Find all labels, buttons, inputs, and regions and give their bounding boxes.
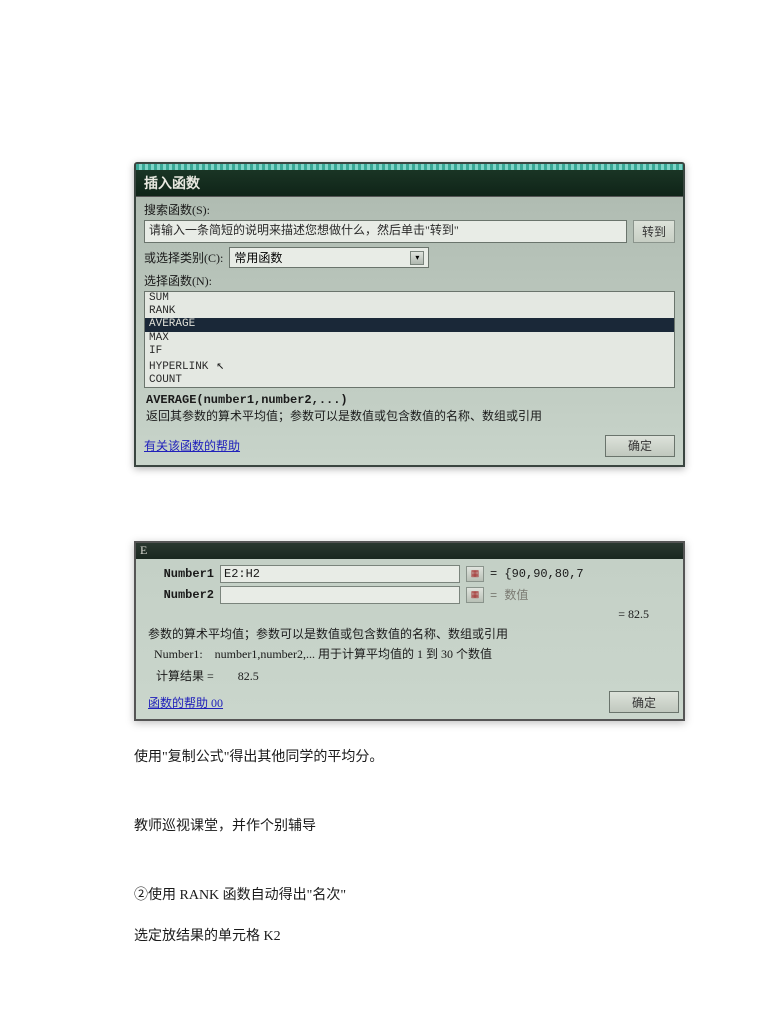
dialog-titlebar[interactable]: 插入函数	[136, 170, 683, 197]
function-description: AVERAGE(number1,number2,...) 返回其参数的算术平均值…	[144, 388, 675, 428]
category-label: 或选择类别(C):	[144, 249, 223, 266]
function-list[interactable]: SUMRANKAVERAGEMAXIFHYPERLINK↖COUNT	[144, 291, 675, 388]
dialog2-titlebar[interactable]: E	[136, 543, 683, 559]
help-link[interactable]: 函数的帮助 00	[148, 694, 223, 711]
dialog2-description: 参数的算术平均值；参数可以是数值或包含数值的名称、数组或引用	[148, 622, 679, 647]
ok-button[interactable]: 确定	[605, 435, 675, 457]
function-item-if[interactable]: IF	[145, 345, 674, 358]
function-item-average[interactable]: AVERAGE	[145, 318, 674, 331]
calc-result-row: 计算结果 = 82.5	[148, 663, 679, 688]
document-paragraph: 教师巡视课堂，并作个别辅导	[134, 816, 685, 837]
insert-function-dialog: 插入函数 搜索函数(S): 请输入一条简短的说明来描述您想做什么，然后单击"转到…	[134, 162, 685, 467]
range-selector-icon[interactable]: ▦	[466, 587, 484, 603]
dialog2-body: Number1 ▦ = {90,90,80,7 Number2 ▦ = 数值 =…	[136, 559, 683, 720]
search-label: 搜索函数(S):	[144, 201, 675, 218]
category-value: 常用函数	[234, 249, 282, 266]
search-input[interactable]: 请输入一条简短的说明来描述您想做什么，然后单击"转到"	[144, 220, 627, 243]
document-paragraph: 选定放结果的单元格 K2	[134, 926, 685, 947]
cursor-icon: ↖	[216, 358, 224, 374]
help-link[interactable]: 有关该函数的帮助	[144, 437, 240, 454]
ok-button[interactable]: 确定	[609, 691, 679, 713]
number2-preview: = 数值	[490, 586, 528, 603]
go-button[interactable]: 转到	[633, 220, 675, 243]
document-paragraph: ②使用 RANK 函数自动得出"名次"	[134, 885, 685, 906]
number2-input[interactable]	[220, 586, 460, 604]
number1-preview: = {90,90,80,7	[490, 567, 584, 581]
number2-label: Number2	[148, 588, 214, 602]
arg-description: Number1: number1,number2,... 用于计算平均值的 1 …	[148, 646, 679, 663]
function-item-rank[interactable]: RANK	[145, 305, 674, 318]
dialog-body: 搜索函数(S): 请输入一条简短的说明来描述您想做什么，然后单击"转到" 转到 …	[136, 197, 683, 465]
inline-result: = 82.5	[148, 607, 679, 622]
chevron-down-icon[interactable]: ▾	[410, 251, 424, 265]
function-list-label: 选择函数(N):	[144, 272, 675, 289]
function-item-sum[interactable]: SUM	[145, 292, 674, 305]
function-item-count[interactable]: COUNT	[145, 374, 674, 387]
document-paragraph: 使用"复制公式"得出其他同学的平均分。	[134, 747, 685, 768]
category-dropdown[interactable]: 常用函数 ▾	[229, 247, 429, 268]
function-item-hyperlink[interactable]: HYPERLINK↖	[145, 358, 674, 374]
range-selector-icon[interactable]: ▦	[466, 566, 484, 582]
function-description-text: 返回其参数的算术平均值；参数可以是数值或包含数值的名称、数组或引用	[146, 409, 542, 423]
function-item-max[interactable]: MAX	[145, 332, 674, 345]
number1-label: Number1	[148, 567, 214, 581]
function-arguments-dialog: E Number1 ▦ = {90,90,80,7 Number2 ▦ = 数值…	[134, 541, 685, 722]
function-syntax: AVERAGE(number1,number2,...)	[146, 393, 348, 407]
number1-input[interactable]	[220, 565, 460, 583]
